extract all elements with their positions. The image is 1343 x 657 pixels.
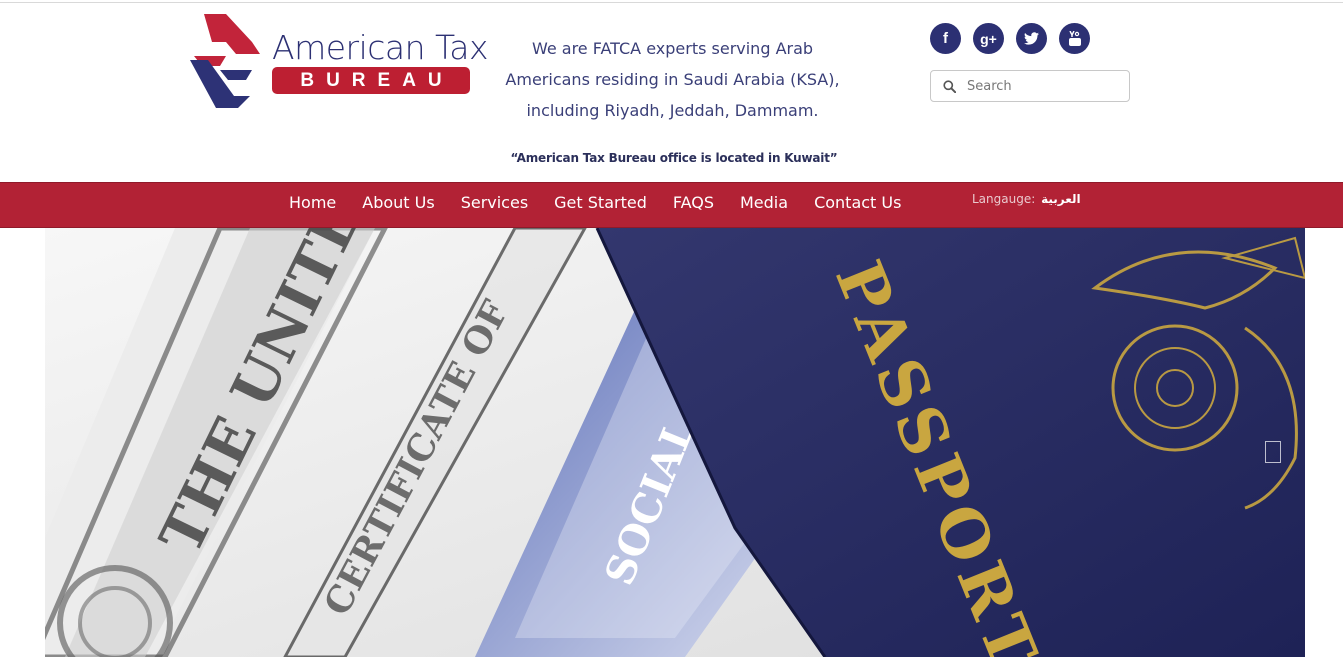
office-location-note: “American Tax Bureau office is located i… <box>510 151 838 165</box>
top-divider <box>0 2 1343 3</box>
hero-image: THE UNITED CERTIFICATE OF SOCIAL SECU PA… <box>45 228 1305 657</box>
nav-item-about-us[interactable]: About Us <box>349 183 447 227</box>
main-navbar: Home About Us Services Get Started FAQS … <box>0 182 1343 228</box>
search-box <box>930 70 1130 102</box>
youtube-icon[interactable] <box>1059 23 1090 54</box>
logo-title: American Tax <box>272 28 488 67</box>
facebook-icon[interactable]: f <box>930 23 961 54</box>
nav-item-services[interactable]: Services <box>448 183 541 227</box>
nav-item-contact-us[interactable]: Contact Us <box>801 183 914 227</box>
nav-menu: Home About Us Services Get Started FAQS … <box>276 183 914 227</box>
google-plus-icon[interactable]: g+ <box>973 23 1004 54</box>
youtube-logo-icon <box>1068 30 1081 46</box>
header-tagline: We are FATCA experts serving Arab Americ… <box>505 39 840 120</box>
twitter-bird-icon <box>1024 32 1039 45</box>
language-switcher: Langauge: العربية <box>972 192 1081 206</box>
nav-item-get-started[interactable]: Get Started <box>541 183 660 227</box>
nav-item-media[interactable]: Media <box>727 183 801 227</box>
hero-banner: THE UNITED CERTIFICATE OF SOCIAL SECU PA… <box>45 228 1305 657</box>
nav-item-home[interactable]: Home <box>276 183 349 227</box>
logo-subtitle: BUREAU <box>272 67 470 94</box>
language-label: Langauge: <box>972 192 1036 206</box>
language-arabic-link[interactable]: العربية <box>1041 192 1081 206</box>
social-links: f g+ <box>930 23 1090 54</box>
nav-item-faqs[interactable]: FAQS <box>660 183 727 227</box>
twitter-icon[interactable] <box>1016 23 1047 54</box>
slider-prev-arrow[interactable] <box>58 441 74 463</box>
search-icon[interactable] <box>931 71 967 101</box>
site-logo[interactable]: American Tax BUREAU <box>190 12 488 112</box>
facebook-glyph: f <box>943 30 948 47</box>
google-plus-glyph: g+ <box>980 30 997 47</box>
search-input[interactable] <box>967 72 1117 100</box>
logo-mark-icon <box>190 14 260 108</box>
slider-next-arrow[interactable] <box>1265 441 1281 463</box>
